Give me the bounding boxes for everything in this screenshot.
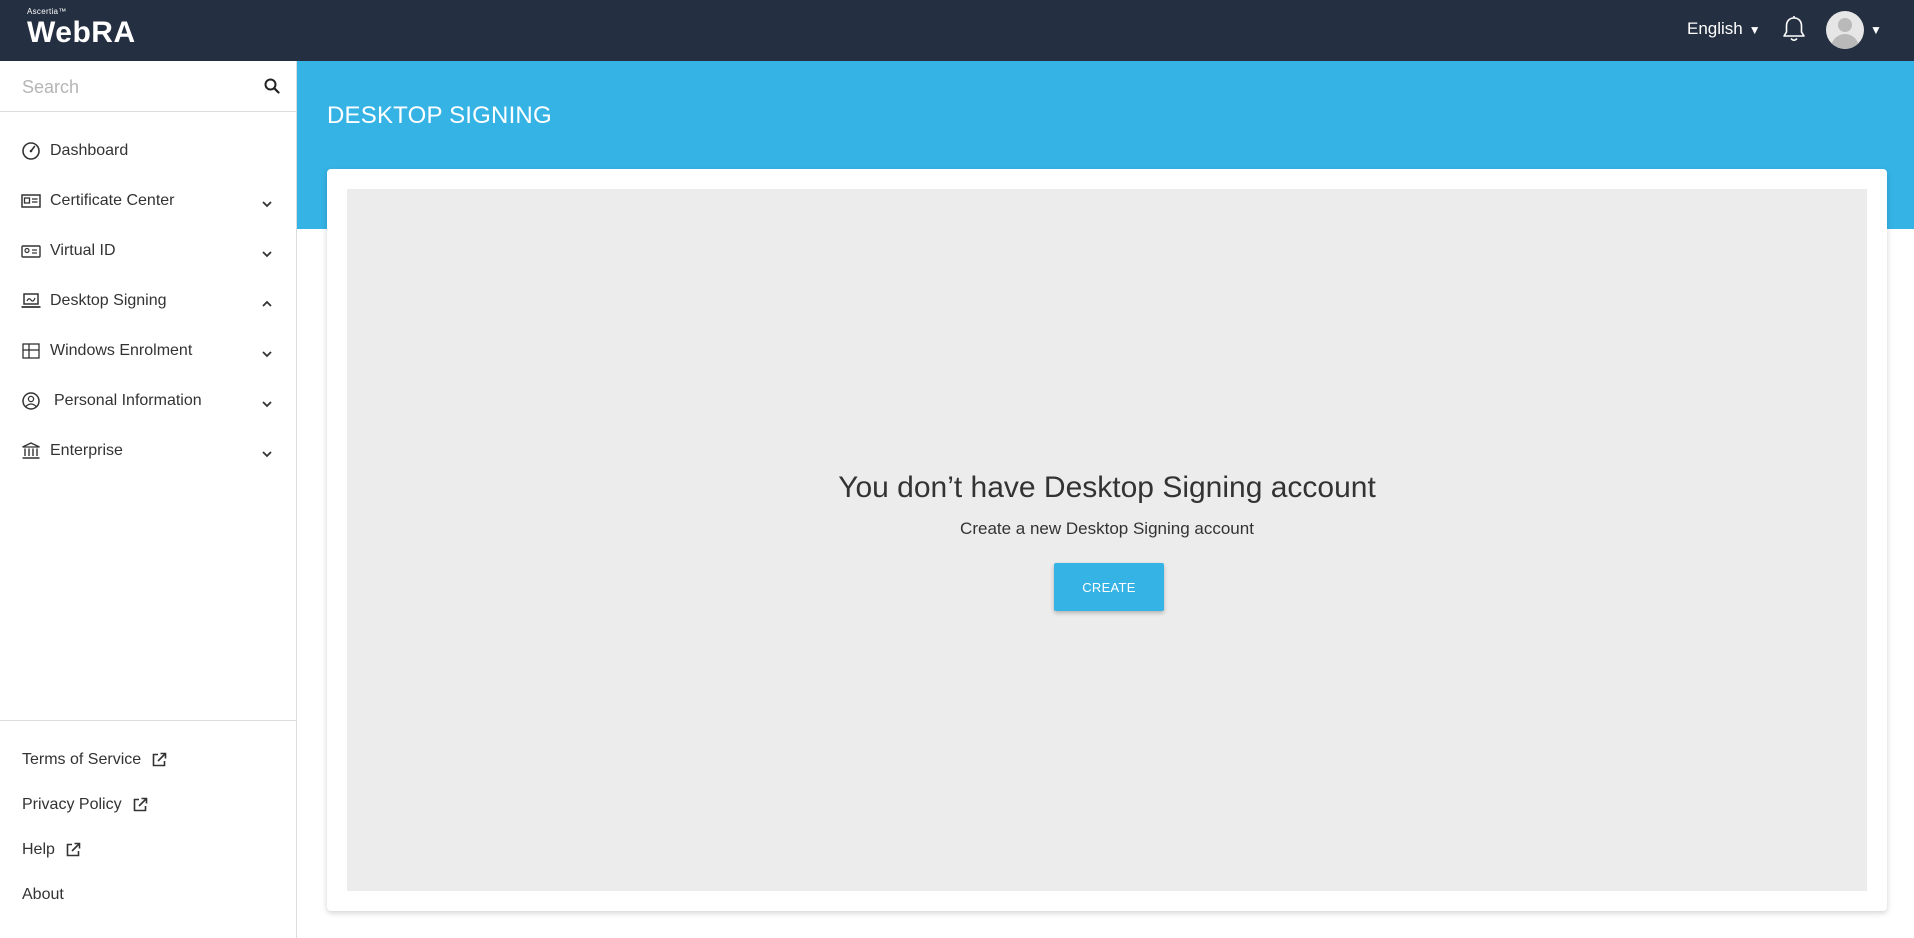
language-label: English [1687,19,1743,38]
sidebar-item-label: Desktop Signing [50,292,167,309]
chevron-up-icon [261,296,273,307]
link-label: Privacy Policy [22,796,122,813]
sidebar-footer-links: Terms of Service Privacy Policy Help Abo… [22,751,167,931]
chevron-down-icon [261,346,273,358]
bell-icon[interactable] [1781,15,1807,43]
sidebar-item-windows-enrolment[interactable]: Windows Enrolment [0,327,296,377]
user-menu[interactable]: ▼ [1826,11,1882,49]
id-card-icon [21,242,41,260]
sidebar-item-label: Windows Enrolment [50,342,193,359]
chevron-down-icon [261,446,273,458]
logo-brand-name: WebRA [27,16,136,49]
sidebar-search [0,61,296,112]
windows-icon [21,342,41,360]
sidebar-item-label: Personal Information [54,392,202,409]
external-link-icon [151,752,167,768]
user-circle-icon [21,392,41,410]
caret-down-icon: ▼ [1870,23,1882,37]
link-label: About [22,886,64,903]
sidebar-item-enterprise[interactable]: Enterprise [0,427,296,477]
sidebar-item-label: Certificate Center [50,192,175,209]
privacy-policy-link[interactable]: Privacy Policy [22,796,167,841]
avatar [1826,11,1864,49]
create-button[interactable]: CREATE [1054,563,1164,611]
content-card: You don’t have Desktop Signing account C… [327,169,1887,911]
language-selector[interactable]: English ▼ [1687,19,1761,39]
chevron-down-icon [261,196,273,208]
top-bar: Ascertia™ WebRA English ▼ ▼ [0,0,1914,61]
sidebar-item-desktop-signing[interactable]: Desktop Signing [0,277,296,327]
sidebar-item-label: Enterprise [50,442,123,459]
empty-state-title: You don’t have Desktop Signing account [838,471,1376,504]
sidebar: Dashboard Certificate Center Virtual ID … [0,61,297,938]
about-link[interactable]: About [22,886,167,931]
webra-logo[interactable]: Ascertia™ WebRA [27,8,136,50]
sidebar-item-label: Virtual ID [50,242,116,259]
search-icon[interactable] [264,78,280,94]
empty-state-subtitle: Create a new Desktop Signing account [960,519,1254,538]
certificate-card-icon [21,192,41,210]
terms-of-service-link[interactable]: Terms of Service [22,751,167,796]
sidebar-item-dashboard[interactable]: Dashboard [0,127,296,177]
empty-state: You don’t have Desktop Signing account C… [347,189,1867,891]
chevron-down-icon [261,246,273,258]
sidebar-item-virtual-id[interactable]: Virtual ID [0,227,296,277]
sidebar-divider [0,720,296,721]
link-label: Help [22,841,55,858]
sidebar-nav: Dashboard Certificate Center Virtual ID … [0,127,296,477]
main-content: DESKTOP SIGNING You don’t have Desktop S… [297,61,1914,938]
bank-building-icon [21,442,41,460]
logo-brand-small: Ascertia™ [27,7,67,16]
dashboard-gauge-icon [21,142,41,160]
search-input[interactable] [20,73,254,101]
page-title: DESKTOP SIGNING [327,102,552,129]
external-link-icon [132,797,148,813]
laptop-signing-icon [21,292,41,310]
sidebar-item-personal-information[interactable]: Personal Information [0,377,296,427]
chevron-down-icon [261,396,273,408]
link-label: Terms of Service [22,751,142,768]
sidebar-item-label: Dashboard [50,142,129,159]
caret-down-icon: ▼ [1748,23,1761,37]
external-link-icon [65,842,81,858]
help-link[interactable]: Help [22,841,167,886]
sidebar-item-certificate-center[interactable]: Certificate Center [0,177,296,227]
